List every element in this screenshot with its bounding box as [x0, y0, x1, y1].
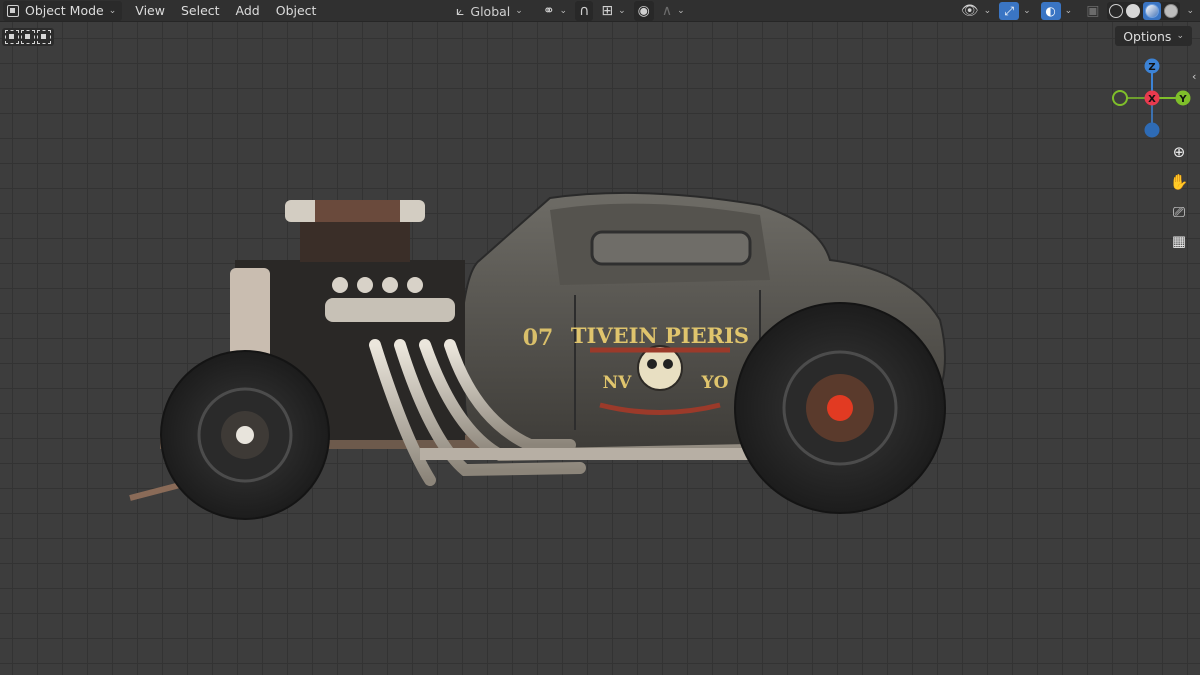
- skull-emblem: [637, 345, 683, 391]
- chevron-down-icon: ⌄: [515, 6, 523, 16]
- orientation-label: Global: [470, 3, 511, 19]
- zoom-button[interactable]: ⊕: [1166, 140, 1192, 164]
- mode-dropdown[interactable]: Object Mode ⌄: [3, 0, 123, 21]
- chevron-down-icon: ⌄: [983, 6, 992, 16]
- chevron-down-icon: ⌄: [618, 6, 626, 16]
- overlays-toggle-button[interactable]: ◐: [1040, 2, 1061, 20]
- proportional-editing-toggle[interactable]: ◉: [633, 1, 654, 21]
- menu-add[interactable]: Add: [231, 1, 265, 21]
- options-label: Options: [1123, 28, 1172, 44]
- transform-orientation-dropdown[interactable]: ⟀ Global ⌄: [452, 1, 527, 21]
- menu-object[interactable]: Object: [271, 1, 322, 21]
- ortho-toggle-button[interactable]: ▦: [1166, 229, 1192, 253]
- gizmo-toggle-icon: ⤢: [1004, 3, 1014, 18]
- falloff-curve-icon: ∧: [661, 3, 673, 19]
- radiator: [230, 268, 270, 363]
- y-axis-label: Y: [1178, 94, 1187, 105]
- chevron-down-icon: ⌄: [559, 6, 568, 16]
- mode-label: Object Mode: [25, 3, 104, 18]
- front-wheel: [160, 350, 330, 520]
- camera-view-icon: ⎚: [1172, 203, 1185, 221]
- hand-pan-icon: ✋: [1169, 173, 1189, 191]
- hot-rod-car-model[interactable]: TIVEIN PIERIS NV YO 07: [120, 150, 980, 530]
- race-number: 07: [523, 325, 554, 351]
- menu-select[interactable]: Select: [176, 1, 225, 21]
- viewport-header: Object Mode ⌄ View Select Add Object ⟀ G…: [0, 0, 1200, 22]
- chevron-down-icon: ⌄: [108, 5, 117, 16]
- exhaust-collector: [420, 448, 750, 460]
- navigation-gizmo[interactable]: Z Y X: [1108, 56, 1196, 142]
- overlays-icon: ◐: [1045, 4, 1056, 18]
- air-intake-band: [315, 200, 400, 222]
- neg-y-axis-handle[interactable]: [1112, 90, 1128, 106]
- right-toolbar: 👁 ⌄ ⤢ ⌄ ◐ ⌄ ▣ ⌄: [957, 0, 1194, 22]
- camera-view-button[interactable]: ⎚: [1166, 200, 1192, 224]
- front-axle-rod: [129, 482, 181, 501]
- pivot-dropdown[interactable]: ⚭ ⌄: [539, 1, 571, 21]
- select-subtract-icon[interactable]: [37, 30, 51, 44]
- gizmo-toggle-button[interactable]: ⤢: [999, 2, 1020, 20]
- skull-eye-left: [647, 359, 657, 369]
- door-art-right-text: YO: [701, 373, 729, 393]
- door-art-title: TIVEIN PIERIS: [571, 323, 749, 348]
- snap-increment-icon: ⊞: [601, 3, 614, 19]
- pivot-icon: ⚭: [542, 3, 555, 19]
- selection-mode-tools: [2, 28, 54, 46]
- door-art-left-text: NV: [603, 373, 633, 393]
- pan-button[interactable]: ✋: [1166, 170, 1192, 194]
- proportional-editing-icon: ◉: [637, 3, 650, 19]
- wireframe-shading-icon[interactable]: [1109, 4, 1124, 18]
- visibility-dropdown[interactable]: 👁 ⌄: [957, 1, 995, 21]
- shading-mode-group: [1107, 2, 1181, 20]
- snap-toggle[interactable]: ∩: [575, 1, 594, 21]
- neg-z-axis-handle[interactable]: [1144, 122, 1160, 138]
- eye-visibility-icon: 👁: [960, 3, 979, 19]
- rendered-shading-icon[interactable]: [1164, 4, 1179, 18]
- solid-shading-icon[interactable]: [1126, 4, 1141, 18]
- skull-eye-right: [663, 359, 673, 369]
- grid-ortho-icon: ▦: [1171, 232, 1187, 250]
- supercharger: [300, 222, 410, 262]
- snap-target-dropdown[interactable]: ⊞ ⌄: [597, 1, 629, 21]
- xray-toggle[interactable]: ▣: [1082, 1, 1103, 21]
- snap-icon: ∩: [579, 3, 590, 19]
- xray-icon: ▣: [1086, 3, 1100, 19]
- transform-orientation-icon: ⟀: [456, 3, 465, 19]
- menu-view[interactable]: View: [130, 1, 170, 21]
- overlays-dropdown-chevron-icon[interactable]: ⌄: [1065, 6, 1073, 16]
- gizmo-dropdown-chevron-icon[interactable]: ⌄: [1023, 6, 1031, 16]
- material-preview-icon: [1145, 4, 1160, 18]
- select-extend-icon[interactable]: [21, 30, 35, 44]
- zoom-icon: ⊕: [1172, 143, 1186, 161]
- chevron-down-icon: ⌄: [677, 6, 685, 16]
- z-axis-label: Z: [1148, 62, 1155, 73]
- rear-wheel: [734, 302, 946, 514]
- select-new-icon[interactable]: [5, 30, 19, 44]
- falloff-dropdown[interactable]: ∧ ⌄: [658, 1, 689, 21]
- center-toolbar: ⟀ Global ⌄ ⚭ ⌄ ∩ ⊞ ⌄ ◉ ∧ ⌄: [452, 0, 689, 22]
- options-dropdown[interactable]: Options ⌄: [1115, 26, 1192, 46]
- side-window: [590, 230, 752, 266]
- object-mode-icon: [7, 4, 19, 17]
- engine-cylinder-bank: [325, 298, 455, 322]
- shading-dropdown-chevron-icon[interactable]: ⌄: [1186, 6, 1194, 16]
- material-preview-shading-button[interactable]: [1143, 2, 1162, 20]
- chevron-down-icon: ⌄: [1176, 31, 1184, 41]
- x-axis-label: X: [1148, 94, 1156, 105]
